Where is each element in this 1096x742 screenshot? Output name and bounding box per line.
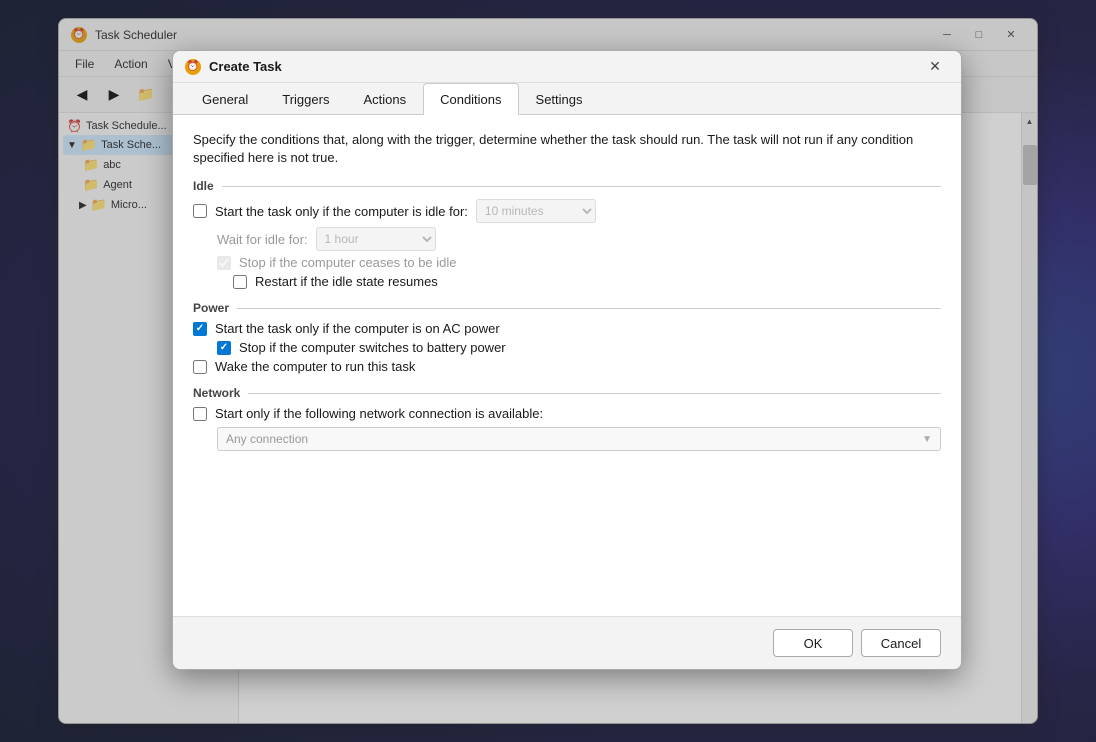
stop-idle-row: Stop if the computer ceases to be idle bbox=[193, 255, 941, 270]
cancel-button[interactable]: Cancel bbox=[861, 629, 941, 657]
power-label: Power bbox=[193, 301, 229, 315]
tab-conditions[interactable]: Conditions bbox=[423, 83, 518, 115]
network-connection-row: Start only if the following network conn… bbox=[193, 406, 941, 421]
restart-idle-label: Restart if the idle state resumes bbox=[255, 274, 438, 289]
network-connection-dropdown[interactable]: Any connection ▼ bbox=[217, 427, 941, 451]
ac-power-label: Start the task only if the computer is o… bbox=[215, 321, 500, 336]
dialog-body: Specify the conditions that, along with … bbox=[173, 115, 961, 616]
power-section-header: Power bbox=[193, 301, 941, 315]
dialog-footer: OK Cancel bbox=[173, 616, 961, 669]
wait-idle-select[interactable]: 1 hour bbox=[316, 227, 436, 251]
restart-idle-checkbox[interactable] bbox=[233, 275, 247, 289]
dialog-icon: ⏰ bbox=[185, 59, 201, 75]
stop-idle-label: Stop if the computer ceases to be idle bbox=[239, 255, 457, 270]
dialog-close-button[interactable]: ✕ bbox=[921, 57, 949, 77]
wait-idle-label: Wait for idle for: bbox=[217, 232, 308, 247]
dialog-tabs: General Triggers Actions Conditions Sett… bbox=[173, 83, 961, 115]
idle-section-header: Idle bbox=[193, 179, 941, 193]
dropdown-chevron-icon: ▼ bbox=[922, 434, 932, 445]
dialog-title: Create Task bbox=[209, 59, 913, 74]
idle-section-line bbox=[222, 186, 941, 187]
start-idle-label: Start the task only if the computer is i… bbox=[215, 204, 468, 219]
network-connection-label: Start only if the following network conn… bbox=[215, 406, 543, 421]
wake-row: Wake the computer to run this task bbox=[193, 359, 941, 374]
start-idle-checkbox[interactable] bbox=[193, 204, 207, 218]
wake-checkbox[interactable] bbox=[193, 360, 207, 374]
stop-idle-checkbox[interactable] bbox=[217, 256, 231, 270]
idle-duration-select[interactable]: 10 minutes bbox=[476, 199, 596, 223]
dialog-titlebar: ⏰ Create Task ✕ bbox=[173, 51, 961, 83]
tab-general[interactable]: General bbox=[185, 83, 265, 115]
create-task-dialog: ⏰ Create Task ✕ General Triggers Actions… bbox=[172, 50, 962, 670]
restart-idle-row: Restart if the idle state resumes bbox=[193, 274, 941, 289]
battery-checkbox[interactable] bbox=[217, 341, 231, 355]
tab-triggers[interactable]: Triggers bbox=[265, 83, 346, 115]
ac-power-row: Start the task only if the computer is o… bbox=[193, 321, 941, 336]
battery-row: Stop if the computer switches to battery… bbox=[193, 340, 941, 355]
tab-settings[interactable]: Settings bbox=[519, 83, 600, 115]
description-text: Specify the conditions that, along with … bbox=[193, 131, 941, 167]
start-idle-row: Start the task only if the computer is i… bbox=[193, 199, 941, 223]
battery-label: Stop if the computer switches to battery… bbox=[239, 340, 506, 355]
ac-power-checkbox[interactable] bbox=[193, 322, 207, 336]
wake-label: Wake the computer to run this task bbox=[215, 359, 415, 374]
network-checkbox[interactable] bbox=[193, 407, 207, 421]
network-section-header: Network bbox=[193, 386, 941, 400]
wait-idle-row: Wait for idle for: 1 hour bbox=[193, 227, 941, 251]
tab-actions[interactable]: Actions bbox=[346, 83, 423, 115]
idle-label: Idle bbox=[193, 179, 214, 193]
network-connection-value: Any connection bbox=[226, 432, 308, 446]
network-section-line bbox=[248, 393, 941, 394]
power-section-line bbox=[237, 308, 941, 309]
network-label: Network bbox=[193, 386, 240, 400]
ok-button[interactable]: OK bbox=[773, 629, 853, 657]
